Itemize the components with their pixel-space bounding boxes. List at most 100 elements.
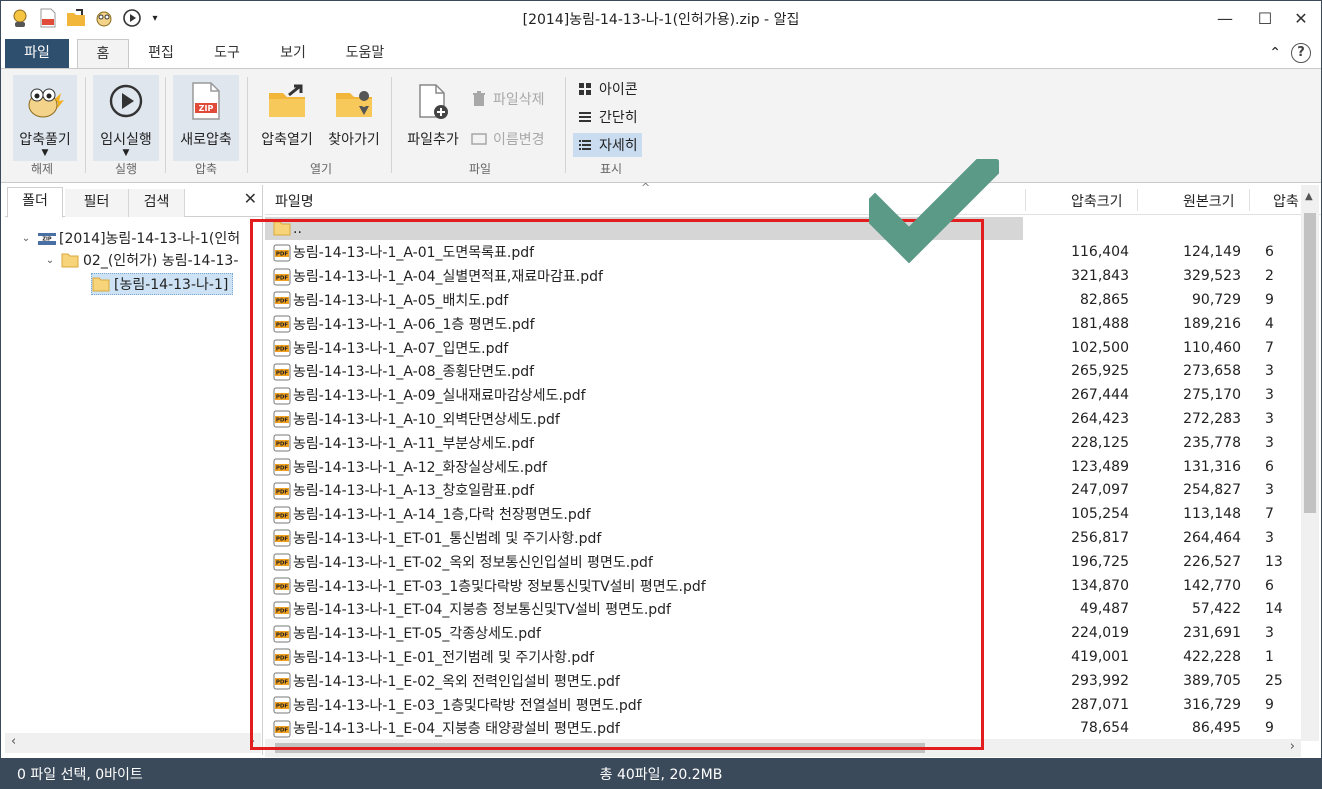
find-location-button[interactable]: 찾아가기 xyxy=(321,75,387,161)
panel-close-icon[interactable]: ✕ xyxy=(244,189,257,208)
table-row[interactable]: PDF 농림-14-13-나-1_E-03_1층및다락방 전열설비 평면도.pdf… xyxy=(265,693,1301,716)
pdf-file-icon: PDF xyxy=(273,410,291,428)
list-icon xyxy=(577,109,593,125)
original-size: 90,729 xyxy=(1192,291,1241,308)
zip-archive-icon: ZIP xyxy=(37,230,56,246)
tab-folder[interactable]: 폴더 xyxy=(7,187,63,218)
tab-help[interactable]: 도움말 xyxy=(335,39,395,69)
window-title: [2014]농림-14-13-나-1(인허가용).zip - 알집 xyxy=(522,12,800,28)
parent-folder-row[interactable]: .. xyxy=(265,217,1023,240)
list-horizontal-scrollbar[interactable]: › xyxy=(265,739,1301,757)
file-name: 농림-14-13-나-1_A-10_외벽단면상세도.pdf xyxy=(293,411,560,428)
open-archive-button[interactable]: 압축열기 xyxy=(253,75,321,161)
scroll-right-icon[interactable]: › xyxy=(250,734,255,749)
tab-file[interactable]: 파일 xyxy=(5,39,69,69)
table-row[interactable]: PDF 농림-14-13-나-1_A-12_화장실상세도.pdf 123,489 13… xyxy=(265,455,1301,478)
pdf-file-icon: PDF xyxy=(273,244,291,262)
table-row[interactable]: PDF 농림-14-13-나-1_ET-01_통신범례 및 주기사항.pdf 256… xyxy=(265,526,1301,549)
panel-horizontal-scrollbar[interactable]: ‹ › xyxy=(5,733,261,753)
table-row[interactable]: PDF 농림-14-13-나-1_A-09_실내재료마감상세도.pdf 267,44… xyxy=(265,384,1301,407)
tree-item-archive[interactable]: ⌄ ZIP [2014]농림-14-13-나-1(인허 xyxy=(19,227,240,249)
chevron-down-icon[interactable]: ⌄ xyxy=(19,233,33,244)
table-row[interactable]: PDF 농림-14-13-나-1_ET-03_1층및다락방 정보통신및TV설비 평… xyxy=(265,574,1301,597)
minimize-button[interactable]: — xyxy=(1205,1,1245,35)
table-row[interactable]: PDF 농림-14-13-나-1_A-11_부분상세도.pdf 228,125 235… xyxy=(265,431,1301,454)
column-original-size[interactable]: 원본크기 xyxy=(1183,191,1235,211)
chevron-down-icon[interactable]: ⌄ xyxy=(43,255,57,266)
tab-edit[interactable]: 편집 xyxy=(137,39,185,69)
column-compressed-size[interactable]: 압축크기 xyxy=(1071,191,1123,211)
table-row[interactable]: PDF 농림-14-13-나-1_A-14_1층,다락 천장평면도.pdf 105,… xyxy=(265,503,1301,526)
table-row[interactable]: PDF 농림-14-13-나-1_A-13_창호일람표.pdf 247,097 254… xyxy=(265,479,1301,502)
table-row[interactable]: PDF 농림-14-13-나-1_ET-05_각종상세도.pdf 224,019 23… xyxy=(265,622,1301,645)
pdf-file-icon: PDF xyxy=(273,387,291,405)
tab-search[interactable]: 검색 xyxy=(129,189,185,217)
temp-run-button[interactable]: 임시실행 ▼ xyxy=(93,75,159,161)
file-name: 농림-14-13-나-1_A-07_입면도.pdf xyxy=(293,340,509,357)
compression-ratio: 6 xyxy=(1265,458,1274,475)
scroll-up-icon[interactable]: ▲ xyxy=(1305,191,1313,202)
scroll-thumb[interactable] xyxy=(275,743,925,753)
close-button[interactable]: ✕ xyxy=(1281,1,1321,35)
column-name[interactable]: 파일명 xyxy=(275,191,314,211)
scroll-left-icon[interactable]: ‹ xyxy=(11,734,16,749)
table-row[interactable]: PDF 농림-14-13-나-1_A-05_배치도.pdf 82,865 90,729… xyxy=(265,288,1301,311)
compression-ratio: 2 xyxy=(1265,268,1274,285)
rename-icon xyxy=(471,131,487,147)
tree-item-folder[interactable]: ⌄ 02_(인허가) 농림-14-13- xyxy=(43,249,239,271)
group-label-compress: 압축 xyxy=(194,162,218,176)
delete-file-button[interactable]: 파일삭제 xyxy=(471,87,545,111)
table-row[interactable]: PDF 농림-14-13-나-1_A-08_종횡단면도.pdf 265,925 273… xyxy=(265,360,1301,383)
tab-view[interactable]: 보기 xyxy=(269,39,317,69)
table-row[interactable]: PDF 농림-14-13-나-1_A-07_입면도.pdf 102,500 110,4… xyxy=(265,336,1301,359)
tab-tools[interactable]: 도구 xyxy=(203,39,251,69)
column-ratio[interactable]: 압축 xyxy=(1273,191,1301,211)
table-row[interactable]: PDF 농림-14-13-나-1_A-01_도면목록표.pdf 116,404 124… xyxy=(265,241,1301,264)
file-name: 농림-14-13-나-1_ET-02_옥외 정보통신인입설비 평면도.pdf xyxy=(293,554,653,571)
compression-ratio: 6 xyxy=(1265,244,1274,261)
folder-icon xyxy=(273,220,291,240)
maximize-button[interactable]: ☐ xyxy=(1245,1,1285,35)
view-simple-button[interactable]: 간단히 xyxy=(573,105,642,129)
svg-text:PDF: PDF xyxy=(276,537,289,543)
compressed-size: 49,487 xyxy=(1080,601,1129,618)
table-row[interactable]: PDF 농림-14-13-나-1_A-04_실별면적표,재료마감표.pdf 321,… xyxy=(265,265,1301,288)
pdf-file-icon: PDF xyxy=(273,458,291,476)
add-file-button[interactable]: 파일추가 xyxy=(399,75,467,161)
list-vertical-scrollbar[interactable]: ▲ xyxy=(1301,185,1319,741)
compression-ratio: 3 xyxy=(1265,434,1274,451)
svg-text:PDF: PDF xyxy=(276,727,289,733)
table-row[interactable]: PDF 농림-14-13-나-1_A-06_1층 평면도.pdf 181,488 18… xyxy=(265,312,1301,335)
table-row[interactable]: PDF 농림-14-13-나-1_E-02_옥외 전력인입설비 평면도.pdf 29… xyxy=(265,669,1301,692)
table-row[interactable]: PDF 농림-14-13-나-1_A-10_외벽단면상세도.pdf 264,423 2… xyxy=(265,407,1301,430)
divider xyxy=(565,77,566,173)
ribbon-collapse-icon[interactable]: ⌃ xyxy=(1269,45,1281,61)
svg-text:PDF: PDF xyxy=(276,275,289,281)
table-row[interactable]: PDF 농림-14-13-나-1_E-04_지붕층 태양광설비 평면도.pdf 78… xyxy=(265,717,1301,739)
new-compress-label: 새로압축 xyxy=(180,132,232,148)
table-row[interactable]: PDF 농림-14-13-나-1_E-01_전기범례 및 주기사항.pdf 419,… xyxy=(265,645,1301,668)
help-icon[interactable]: ? xyxy=(1291,43,1311,63)
tab-filter[interactable]: 필터 xyxy=(65,189,129,217)
new-compress-button[interactable]: ZIP 새로압축 xyxy=(173,75,239,161)
extract-button[interactable]: 압축풀기 ▼ xyxy=(13,75,77,161)
table-row[interactable]: PDF 농림-14-13-나-1_ET-04_지붕층 정보통신및TV설비 평면도.… xyxy=(265,598,1301,621)
scroll-thumb[interactable] xyxy=(1304,213,1316,513)
divider xyxy=(1249,189,1250,211)
view-icons-button[interactable]: 아이콘 xyxy=(573,77,642,101)
tree-item-subfolder[interactable]: [농림-14-13-나-1] xyxy=(91,273,234,295)
tab-home[interactable]: 홈 xyxy=(77,39,129,70)
compression-ratio: 3 xyxy=(1265,625,1274,642)
play-icon xyxy=(104,79,148,123)
file-name: 농림-14-13-나-1_E-02_옥외 전력인입설비 평면도.pdf xyxy=(293,673,620,690)
tree-label: [2014]농림-14-13-나-1(인허 xyxy=(59,231,241,247)
parent-folder-label: .. xyxy=(293,220,302,237)
original-size: 264,464 xyxy=(1183,529,1241,546)
pdf-file-icon: PDF xyxy=(273,720,291,738)
rename-button[interactable]: 이름변경 xyxy=(471,127,545,151)
svg-text:PDF: PDF xyxy=(276,442,289,448)
scroll-right-icon[interactable]: › xyxy=(1290,739,1295,754)
table-row[interactable]: PDF 농림-14-13-나-1_ET-02_옥외 정보통신인입설비 평면도.pd… xyxy=(265,550,1301,573)
original-size: 142,770 xyxy=(1183,577,1241,594)
view-detail-button[interactable]: 자세히 xyxy=(573,133,642,157)
